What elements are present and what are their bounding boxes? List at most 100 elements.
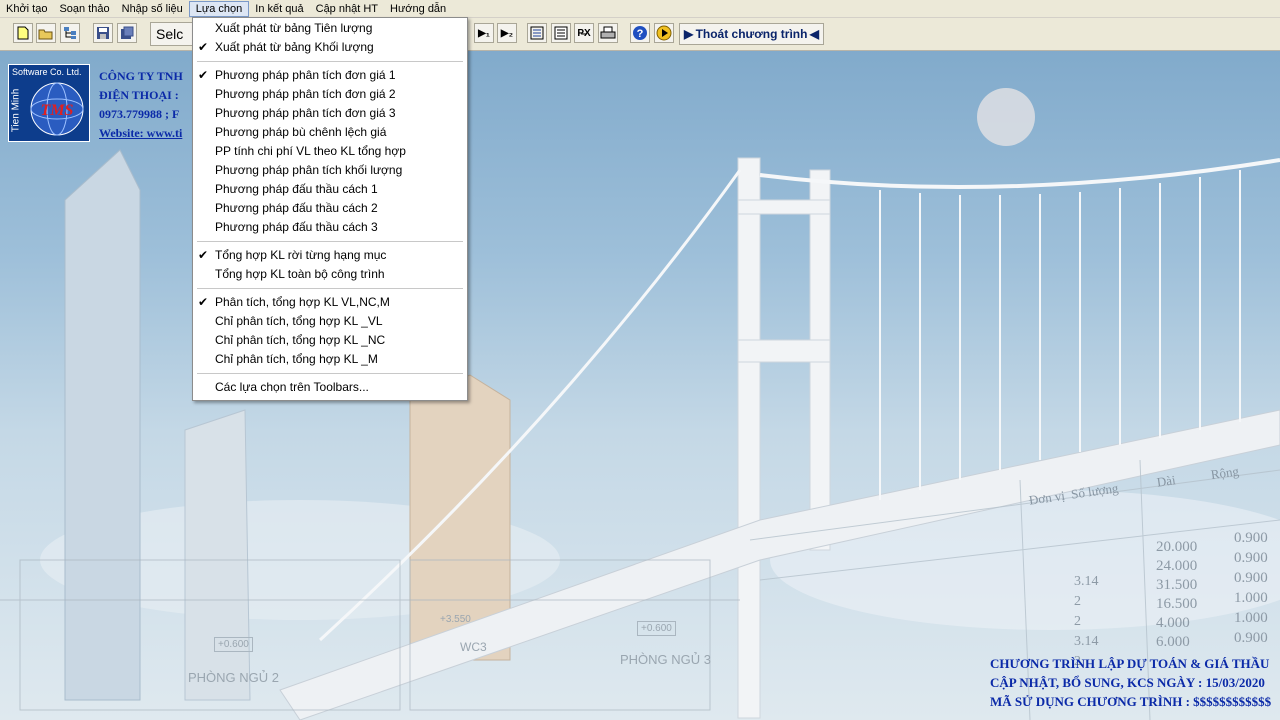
dropdown-item-label: Tổng hợp KL rời từng hạng mục [215,248,387,262]
dropdown-item[interactable]: Phương pháp đấu thầu cách 3 [194,218,466,237]
dropdown-item[interactable]: ✔ Xuất phát từ bảng Khối lượng [194,38,466,57]
dropdown-item-label: Phương pháp đấu thầu cách 2 [215,201,378,215]
bg-plan-dim: +0.600 [214,637,253,652]
menu-separator [197,288,463,289]
align-icon [530,26,544,40]
checkmark-icon: ✔ [198,68,209,82]
bg-plan-label: PHÒNG NGỦ 2 [188,670,280,685]
dropdown-item[interactable]: Phương pháp phân tích khối lượng [194,161,466,180]
bg-header-length: Dài [1155,472,1177,490]
dropdown-item-label: Các lựa chọn trên Toolbars... [215,380,369,394]
dropdown-item-label: Tổng hợp KL toàn bộ công trình [215,267,385,281]
px-button[interactable]: P̶X [574,23,594,43]
list-icon [554,26,568,40]
nav-1-button[interactable]: ▶₁ [474,23,494,43]
menu-bar: Khởi tạo Soạn thảo Nhập số liệu Lựa chọn… [0,0,1280,18]
exit-program-label: Thoát chương trình [695,27,808,41]
save-button[interactable] [93,23,113,43]
arrow-right-icon: ▶ [684,27,694,41]
checkmark-icon: ✔ [198,248,209,262]
dropdown-item[interactable]: Xuất phát từ bảng Tiên lượng [194,19,466,38]
dropdown-item-label: Phương pháp phân tích đơn giá 3 [215,106,396,120]
dropdown-item-label: Xuất phát từ bảng Tiên lượng [215,21,373,35]
play-icon [656,25,672,41]
program-update-date: CẬP NHẬT, BỔ SUNG, KCS NGÀY : 15/03/2020 [990,675,1265,690]
logo-text-side: Tien Minh [10,88,22,133]
company-logo: Software Co. Ltd. Tien Minh TMS [8,64,90,142]
menu-separator [197,61,463,62]
dropdown-item-label: Phương pháp đấu thầu cách 3 [215,220,378,234]
save-all-button[interactable] [117,23,137,43]
dropdown-item[interactable]: Phương pháp phân tích đơn giá 2 [194,85,466,104]
menu-separator [197,373,463,374]
logo-text-top: Software Co. Ltd. [12,67,82,77]
bg-table-col-width: 0.900 0.900 0.900 1.000 1.000 0.900 [1234,530,1268,646]
save-icon [97,27,109,39]
select-button[interactable]: Selc [150,22,194,46]
bg-table-col-length: 20.000 24.000 31.500 16.500 4.000 6.000 [1156,539,1198,650]
dropdown-item[interactable]: Các lựa chọn trên Toolbars... [194,378,466,397]
menu-cap-nhat-ht[interactable]: Cập nhật HT [310,1,384,17]
program-license-code: MÃ SỬ DỤNG CHƯƠNG TRÌNH : $$$$$$$$$$$$ [990,694,1272,709]
logo-initials: TMS [41,102,74,119]
menu-soan-thao[interactable]: Soạn thảo [53,1,115,17]
dropdown-item[interactable]: Phương pháp đấu thầu cách 1 [194,180,466,199]
save-all-icon [121,26,134,39]
company-phone-label: ĐIỆN THOẠI : [99,88,179,102]
nav-1-icon: ▶₁ [478,27,490,39]
help-button[interactable]: ? [630,23,650,43]
dropdown-item[interactable]: ✔ Phương pháp phân tích đơn giá 1 [194,66,466,85]
dropdown-item[interactable]: Phương pháp đấu thầu cách 2 [194,199,466,218]
dropdown-item[interactable]: PP tính chi phí VL theo KL tổng hợp [194,142,466,161]
dropdown-item-label: Phương pháp phân tích khối lượng [215,163,403,177]
menu-khoi-tao[interactable]: Khởi tạo [0,1,53,17]
new-file-icon [17,26,29,40]
program-title: CHƯƠNG TRÌNH LẬP DỰ TOÁN & GIÁ THẦU [990,656,1270,671]
dropdown-item-label: Phương pháp bù chênh lệch giá [215,125,387,139]
tree-icon [64,27,76,39]
align-button[interactable] [527,23,547,43]
new-file-button[interactable] [13,23,33,43]
bg-plan-label: PHÒNG NGỦ 3 [620,652,712,667]
dropdown-item[interactable]: Tổng hợp KL toàn bộ công trình [194,265,466,284]
dropdown-item-label: Chỉ phân tích, tổng hợp KL _NC [215,333,386,347]
dropdown-item[interactable]: ✔ Tổng hợp KL rời từng hạng mục [194,246,466,265]
program-info: CHƯƠNG TRÌNH LẬP DỰ TOÁN & GIÁ THẦU CẬP … [990,654,1271,711]
company-website[interactable]: Website: www.ti [99,124,183,143]
dropdown-item[interactable]: ✔ Phân tích, tổng hợp KL VL,NC,M [194,293,466,312]
open-button[interactable] [36,23,56,43]
print-button[interactable] [598,23,618,43]
bg-plan-label: WC3 [460,640,487,654]
play-button[interactable] [654,23,674,43]
dropdown-item-label: PP tính chi phí VL theo KL tổng hợp [215,144,406,158]
menu-nhap-so-lieu[interactable]: Nhập số liệu [116,1,189,17]
bg-plan-dim: +0.600 [637,621,676,636]
list-button[interactable] [551,23,571,43]
nav-2-button[interactable]: ▶₂ [497,23,517,43]
menu-huong-dan[interactable]: Hướng dẫn [384,1,452,17]
dropdown-item-label: Phương pháp phân tích đơn giá 1 [215,68,396,82]
dropdown-item[interactable]: Chỉ phân tích, tổng hợp KL _VL [194,312,466,331]
open-folder-icon [38,29,53,39]
menu-lua-chon[interactable]: Lựa chọn [188,0,250,17]
dropdown-item[interactable]: Chỉ phân tích, tổng hợp KL _NC [194,331,466,350]
dropdown-item[interactable]: Phương pháp bù chênh lệch giá [194,123,466,142]
company-info: CÔNG TY TNH ĐIỆN THOẠI : 0973.779988 ; F… [99,67,183,143]
dropdown-item-label: Phân tích, tổng hợp KL VL,NC,M [215,295,390,309]
menu-in-ket-qua[interactable]: In kết quả [249,1,309,17]
menu-separator [197,241,463,242]
bg-plan-dim: +3.550 [440,614,471,625]
company-name: CÔNG TY TNH [99,69,183,83]
checkmark-icon: ✔ [198,40,209,54]
bg-header-width: Rộng [1209,463,1240,483]
dropdown-item[interactable]: Phương pháp phân tích đơn giá 3 [194,104,466,123]
svg-text:?: ? [637,28,644,40]
arrow-left-icon: ◀ [809,27,819,41]
exit-program-button[interactable]: ▶ Thoát chương trình ◀ [679,23,824,45]
dropdown-item-label: Xuất phát từ bảng Khối lượng [215,40,374,54]
moon [977,88,1035,146]
skyscraper [184,409,251,701]
nav-2-icon: ▶₂ [500,27,514,39]
tree-button[interactable] [60,23,80,43]
dropdown-item[interactable]: Chỉ phân tích, tổng hợp KL _M [194,350,466,369]
